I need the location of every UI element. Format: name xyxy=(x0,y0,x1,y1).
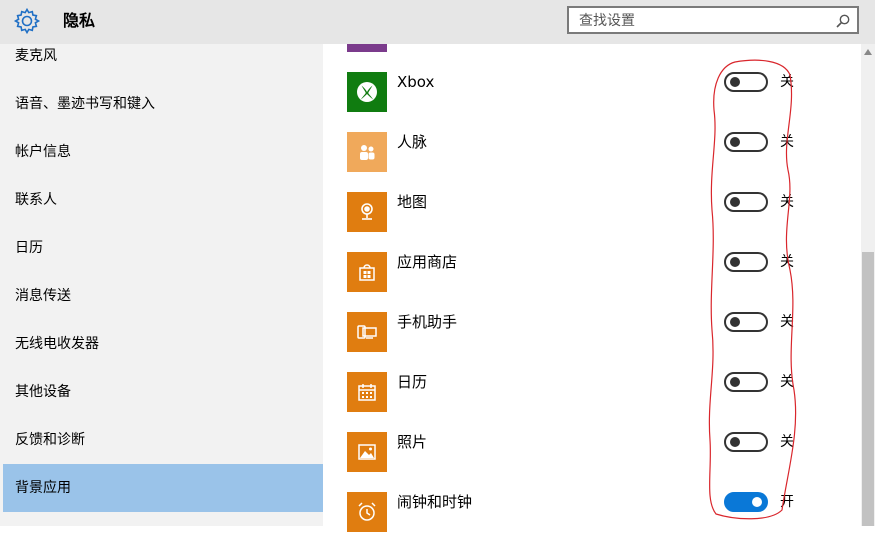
phone-companion-icon xyxy=(347,312,387,352)
app-name: 应用商店 xyxy=(397,253,458,271)
toggle-knob xyxy=(730,437,740,447)
toggle-knob xyxy=(752,497,762,507)
app-name: 手机助手 xyxy=(397,313,458,331)
sidebar-item-messaging[interactable]: 消息传送 xyxy=(3,272,323,320)
page-title: 隐私 xyxy=(63,11,96,30)
background-toggle[interactable] xyxy=(724,192,768,212)
scroll-thumb[interactable] xyxy=(862,252,874,526)
app-name: 闹钟和时钟 xyxy=(397,493,473,511)
search-placeholder: 查找设置 xyxy=(579,13,635,29)
sidebar-item-label: 联系人 xyxy=(15,192,57,208)
search-input[interactable]: 查找设置 xyxy=(567,6,859,34)
app-row-phone-companion: 手机助手 关 xyxy=(323,312,861,372)
sidebar-item-calendar[interactable]: 日历 xyxy=(3,224,323,272)
app-row-alarms-clock: 闹钟和时钟 开 xyxy=(323,492,861,552)
background-toggle[interactable] xyxy=(724,372,768,392)
background-toggle[interactable] xyxy=(724,72,768,92)
search-icon[interactable] xyxy=(835,13,851,29)
gear-icon[interactable] xyxy=(13,7,41,35)
toggle-state-label: 关 xyxy=(780,254,794,270)
toggle-knob xyxy=(730,77,740,87)
app-row-xbox: Xbox 关 xyxy=(323,72,861,132)
sidebar-item-background-apps[interactable]: 背景应用 xyxy=(3,464,323,512)
toggle-knob xyxy=(730,317,740,327)
toggle-state-label: 开 xyxy=(780,494,794,510)
sidebar: 麦克风 语音、墨迹书写和键入 帐户信息 联系人 日历 消息传送 无线电收发器 其… xyxy=(0,44,323,526)
store-icon xyxy=(347,252,387,292)
app-row-calendar: 日历 关 xyxy=(323,372,861,432)
sidebar-item-label: 无线电收发器 xyxy=(15,336,99,352)
alarm-clock-icon xyxy=(347,492,387,532)
app-row-people: 人脉 关 xyxy=(323,132,861,192)
app-name: Xbox xyxy=(397,73,435,91)
toggle-knob xyxy=(730,257,740,267)
background-toggle[interactable] xyxy=(724,312,768,332)
sidebar-item-label: 日历 xyxy=(15,240,43,256)
background-toggle[interactable] xyxy=(724,252,768,272)
maps-icon xyxy=(347,192,387,232)
sidebar-item-feedback-diagnostics[interactable]: 反馈和诊断 xyxy=(3,416,323,464)
people-icon xyxy=(347,132,387,172)
toggle-state-label: 关 xyxy=(780,314,794,330)
toggle-state-label: 关 xyxy=(780,194,794,210)
app-list: Xbox 关 人脉 关 地图 关 应用商店 关 手机助手 关 日历 关 照片 关… xyxy=(323,44,861,532)
toggle-state-label: 关 xyxy=(780,134,794,150)
sidebar-item-label: 反馈和诊断 xyxy=(15,432,85,448)
sidebar-item-radios[interactable]: 无线电收发器 xyxy=(3,320,323,368)
app-name: 人脉 xyxy=(397,133,428,151)
toggle-knob xyxy=(730,197,740,207)
sidebar-item-label: 消息传送 xyxy=(15,288,71,304)
app-name: 日历 xyxy=(397,373,428,391)
app-row-store: 应用商店 关 xyxy=(323,252,861,312)
scroll-up-arrow-icon[interactable] xyxy=(864,49,872,55)
sidebar-item-other-devices[interactable]: 其他设备 xyxy=(3,368,323,416)
toggle-knob xyxy=(730,377,740,387)
sidebar-item-account-info[interactable]: 帐户信息 xyxy=(3,128,323,176)
sidebar-item-label: 背景应用 xyxy=(15,480,71,496)
toggle-knob xyxy=(730,137,740,147)
background-toggle[interactable] xyxy=(724,432,768,452)
background-toggle[interactable] xyxy=(724,492,768,512)
app-row-photos: 照片 关 xyxy=(323,432,861,492)
sidebar-item-label: 其他设备 xyxy=(15,384,71,400)
sidebar-item-label: 语音、墨迹书写和键入 xyxy=(15,96,155,112)
app-row-maps: 地图 关 xyxy=(323,192,861,252)
app-tile-partial xyxy=(347,44,387,52)
toggle-state-label: 关 xyxy=(780,74,794,90)
xbox-icon xyxy=(347,72,387,112)
sidebar-item-label: 帐户信息 xyxy=(15,144,71,160)
app-name: 照片 xyxy=(397,433,428,451)
sidebar-item-label: 麦克风 xyxy=(15,48,57,64)
app-name: 地图 xyxy=(397,193,428,211)
background-toggle[interactable] xyxy=(724,132,768,152)
sidebar-item-speech-inking[interactable]: 语音、墨迹书写和键入 xyxy=(3,80,323,128)
photos-icon xyxy=(347,432,387,472)
calendar-icon xyxy=(347,372,387,412)
sidebar-item-microphone[interactable]: 麦克风 xyxy=(3,32,323,80)
scrollbar[interactable] xyxy=(861,44,875,526)
toggle-state-label: 关 xyxy=(780,374,794,390)
toggle-state-label: 关 xyxy=(780,434,794,450)
sidebar-item-contacts[interactable]: 联系人 xyxy=(3,176,323,224)
